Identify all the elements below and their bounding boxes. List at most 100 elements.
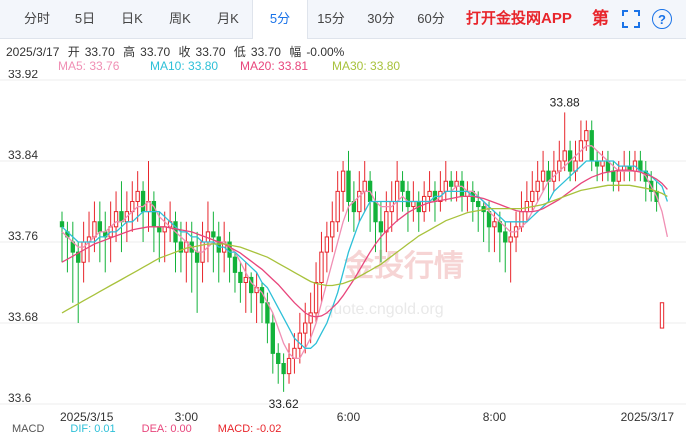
open-app-link[interactable]: 打开金投网APP [466, 0, 572, 38]
candle-body [540, 170, 546, 182]
candle-body [530, 190, 535, 202]
candle-body [243, 276, 248, 283]
macd-label-0: MACD [12, 423, 45, 435]
candle-body [594, 160, 600, 167]
candle-body [611, 170, 616, 182]
candle-body [81, 241, 86, 263]
candle-body [211, 231, 216, 238]
candle-body [519, 211, 524, 228]
candle-body [535, 180, 540, 192]
x-tick-label: 2025/3/15 [60, 410, 114, 424]
info-change: -0.00% [306, 45, 345, 59]
tab-4[interactable]: 月K [204, 0, 252, 38]
tab-3[interactable]: 周K [156, 0, 204, 38]
period-tab-bar: 分时 5日 日K 周K 月K 5分 15分 30分 60分 [0, 0, 686, 39]
candle-body [286, 357, 292, 375]
candle-body [503, 231, 508, 243]
candle-body [378, 221, 384, 233]
candle-body [113, 211, 119, 228]
help-icon[interactable]: ? [652, 9, 672, 29]
candle-body [449, 180, 454, 187]
price-annotation: 33.88 [550, 95, 580, 109]
candle-body [97, 221, 103, 233]
y-tick-label: 33.76 [8, 229, 38, 243]
candle-body [508, 236, 513, 243]
fullscreen-icon[interactable] [622, 10, 640, 28]
tab-5[interactable]: 5分 [252, 0, 308, 39]
y-tick-label: 33.6 [8, 391, 32, 405]
candle-body [362, 180, 367, 192]
candle-body [600, 160, 605, 167]
candle-body [324, 236, 330, 253]
candle-body [443, 180, 448, 192]
info-low: 33.70 [250, 45, 281, 59]
candle-body [59, 221, 65, 228]
candle-body [313, 282, 319, 314]
y-tick-label: 33.68 [8, 310, 38, 324]
info-open: 33.70 [84, 45, 115, 59]
macd-label-1: DIF: 0.01 [70, 423, 116, 435]
tab-7[interactable]: 30分 [356, 0, 406, 38]
info-low-label: 低 [233, 45, 246, 59]
candle-body [140, 190, 146, 213]
candle-body [238, 271, 243, 283]
candle-body [427, 190, 432, 197]
x-tick-label: 2025/3/17 [621, 410, 675, 424]
candle-body [584, 130, 589, 142]
y-tick-label: 33.92 [8, 70, 38, 81]
info-high-label: 高 [123, 45, 136, 59]
x-tick-label: 3:00 [175, 410, 199, 424]
candle-body [194, 251, 200, 263]
tab-0[interactable]: 分时 [12, 0, 62, 38]
candle-body [454, 180, 459, 187]
tab-8[interactable]: 60分 [406, 0, 456, 38]
candle-body [346, 170, 351, 202]
candle-body [92, 221, 97, 238]
candle-body [394, 180, 400, 202]
candle-body [616, 170, 621, 182]
watermark-url: quote.cngold.org [324, 301, 443, 318]
candle-body [357, 190, 362, 213]
candle-body [303, 322, 308, 334]
info-close: 33.70 [195, 45, 226, 59]
y-tick-label: 33.84 [8, 148, 38, 162]
candlestick-chart[interactable]: 金投行情quote.cngold.org33.9233.8433.7633.68… [0, 70, 686, 429]
candle-body [373, 201, 378, 223]
candle-body [384, 211, 389, 233]
candle-body [297, 332, 303, 349]
macd-label-3: MACD: -0.02 [217, 423, 282, 435]
candle-body [476, 201, 481, 208]
candle-body [340, 170, 346, 192]
candle-body [319, 251, 324, 283]
candle-body [411, 201, 416, 208]
macd-label-2: DEA: 0.00 [141, 423, 192, 435]
candle-body [335, 190, 340, 223]
candle-body [281, 363, 286, 375]
candle-body [486, 211, 492, 228]
price-annotation: 33.62 [269, 397, 299, 411]
candle-body [276, 352, 281, 364]
candle-body [270, 322, 275, 354]
tab-2[interactable]: 日K [108, 0, 156, 38]
candle-body [524, 201, 530, 213]
info-close-label: 收 [178, 45, 191, 59]
candle-body [405, 190, 411, 208]
candle-body [562, 150, 567, 162]
tab-6[interactable]: 15分 [306, 0, 356, 38]
candle-body [135, 190, 140, 202]
x-tick-label: 8:00 [483, 410, 507, 424]
candle-body [232, 256, 238, 273]
candle-body [492, 221, 497, 228]
info-date: 2025/3/17 [6, 45, 60, 59]
macd-legend: MACD DIF: 0.01 DEA: 0.00 MACD: -0.02 [12, 423, 307, 435]
info-open-label: 开 [67, 45, 80, 59]
tool-icon-glyph[interactable]: 第 [592, 0, 609, 38]
info-high: 33.70 [140, 45, 171, 59]
tab-1[interactable]: 5日 [62, 0, 108, 38]
candle-body [659, 302, 665, 329]
candle-body [308, 312, 313, 324]
x-tick-label: 6:00 [337, 410, 361, 424]
candle-body [157, 226, 162, 233]
info-change-label: 幅 [289, 45, 302, 59]
candle-body [330, 221, 335, 238]
